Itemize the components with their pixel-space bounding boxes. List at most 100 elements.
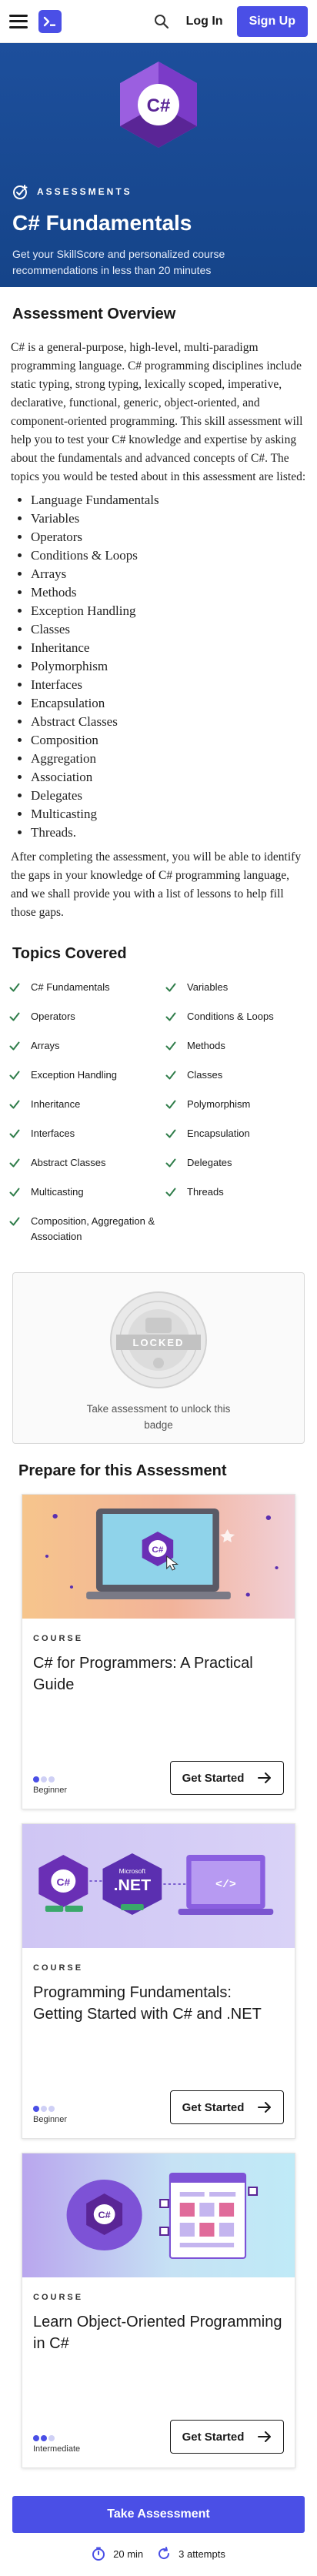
course-title[interactable]: C# for Programmers: A Practical Guide — [33, 1652, 284, 1696]
attempts-info: 3 attempts — [157, 2547, 225, 2561]
course-2-logo-main: .NET — [114, 1877, 152, 1894]
check-icon — [165, 1129, 176, 1138]
course-title[interactable]: Learn Object-Oriented Programming in C# — [33, 2311, 284, 2354]
topic-item: Interfaces — [9, 1126, 156, 1141]
topic-label: Methods — [187, 1040, 225, 1051]
topic-label: Interfaces — [31, 1128, 75, 1139]
check-icon — [9, 1129, 20, 1138]
overview-topic-item: Abstract Classes — [31, 713, 317, 731]
course-card[interactable]: C# Microsoft .NET </> COURSE Programming… — [22, 1823, 295, 2139]
course-title[interactable]: Programming Fundamentals: Getting Starte… — [33, 1982, 284, 2025]
topic-label: Abstract Classes — [31, 1157, 106, 1168]
get-started-label: Get Started — [182, 1771, 245, 1785]
check-icon — [165, 1071, 176, 1080]
get-started-button[interactable]: Get Started — [170, 1761, 284, 1795]
locked-badge-icon: LOCKED — [110, 1291, 207, 1388]
course-3-badge-text: C# — [98, 2210, 110, 2220]
topic-item: Threads — [165, 1184, 312, 1200]
check-icon — [9, 1188, 20, 1197]
check-icon — [165, 1188, 176, 1197]
level-label: Intermediate — [33, 2444, 81, 2454]
overview-topic-item: Association — [31, 768, 317, 787]
topic-label: Delegates — [187, 1157, 232, 1168]
menu-icon[interactable] — [9, 14, 28, 28]
level-dots — [33, 2435, 80, 2441]
topic-label: Conditions & Loops — [187, 1011, 274, 1022]
get-started-label: Get Started — [182, 2100, 245, 2114]
overview-section: Assessment Overview — [0, 306, 317, 323]
badge-caption: Take assessment to unlock this badge — [86, 1403, 231, 1431]
assessment-meta: 20 min 3 attempts — [12, 2547, 305, 2561]
check-icon — [9, 1158, 20, 1168]
get-started-label: Get Started — [182, 2430, 245, 2444]
topic-label: Composition, Aggregation & Association — [31, 1215, 155, 1242]
search-icon[interactable] — [152, 12, 171, 31]
course-card[interactable]: C# COURSE Learn Object-Oriented Programm… — [22, 2153, 295, 2468]
check-icon — [9, 1217, 20, 1226]
topic-label: Classes — [187, 1069, 223, 1081]
retry-icon — [158, 2547, 170, 2560]
level-label: Beginner — [33, 2115, 68, 2124]
page-title: C# Fundamentals — [12, 211, 192, 235]
topic-item: Arrays — [9, 1038, 156, 1054]
brand-logo-icon[interactable] — [38, 9, 62, 33]
hero-badge-text: C# — [147, 95, 171, 116]
dotnet-illustration: C# Microsoft .NET </> — [38, 1853, 274, 1915]
get-started-button[interactable]: Get Started — [170, 2420, 284, 2454]
topic-item: Variables — [165, 980, 312, 995]
duration-info: 20 min — [92, 2547, 143, 2561]
topics-title: Topics Covered — [12, 945, 127, 962]
overview-topic-item: Delegates — [31, 787, 317, 805]
topic-item: Exception Handling — [9, 1067, 156, 1083]
overview-topic-item: Language Fundamentals — [31, 491, 317, 510]
attempts-label: 3 attempts — [179, 2548, 225, 2560]
topic-label: C# Fundamentals — [31, 981, 110, 993]
course-level: Beginner — [33, 2106, 67, 2124]
laptop-illustration: C# — [45, 1509, 279, 1599]
assessment-icon — [13, 185, 28, 199]
locked-badge-card: LOCKED Take assessment to unlock this ba… — [12, 1272, 305, 1444]
overview-topic-item: Polymorphism — [31, 657, 317, 676]
course-footer: Beginner Get Started — [33, 2090, 284, 2124]
page-bottom-spacer — [0, 2561, 317, 2576]
level-label: Beginner — [33, 1786, 68, 1795]
overview-topic-item: Exception Handling — [31, 602, 317, 620]
eyebrow-label: ASSESSMENTS — [37, 186, 132, 197]
topic-label: Operators — [31, 1011, 75, 1022]
overview-outro: After completing the assessment, you wil… — [11, 850, 302, 919]
topics-grid: C# Fundamentals Variables Operators Conditi… — [0, 980, 317, 1258]
overview-topic-item: Classes — [31, 620, 317, 639]
course-kicker: COURSE — [33, 1634, 84, 1643]
assessment-cta: Take Assessment 20 min 3 attempts — [12, 2496, 305, 2561]
login-link[interactable]: Log In — [186, 15, 223, 28]
course-body: COURSE Programming Fundamentals: Getting… — [22, 1948, 295, 2138]
csharp-hexagon-badge: C# — [120, 62, 197, 148]
topic-item: Classes — [165, 1067, 312, 1083]
topic-label: Multicasting — [31, 1186, 84, 1198]
course-thumbnail: C# — [22, 2153, 295, 2277]
take-assessment-button[interactable]: Take Assessment — [12, 2496, 305, 2533]
check-icon — [165, 1158, 176, 1168]
arrow-right-icon — [258, 2431, 272, 2442]
topic-label: Variables — [187, 981, 229, 993]
overview-topic-item: Operators — [31, 528, 317, 546]
course-card[interactable]: C# COURSE C# for Programmers: A Practica… — [22, 1494, 295, 1809]
overview-title: Assessment Overview — [12, 306, 176, 322]
oop-illustration: C# — [66, 2173, 259, 2259]
course-thumbnail: C# Microsoft .NET </> — [22, 1824, 295, 1948]
overview-topic-item: Multicasting — [31, 805, 317, 824]
course-1-badge-text: C# — [152, 1545, 164, 1555]
course-footer: Beginner Get Started — [33, 1761, 284, 1795]
topic-label: Threads — [187, 1186, 224, 1198]
check-icon — [165, 1100, 176, 1109]
topics-section: Topics Covered — [0, 945, 317, 963]
topic-item: Encapsulation — [165, 1126, 312, 1141]
topic-item: Abstract Classes — [9, 1155, 156, 1171]
signup-button[interactable]: Sign Up — [236, 5, 308, 37]
overview-topic-item: Aggregation — [31, 750, 317, 768]
topic-item: Conditions & Loops — [165, 1009, 312, 1024]
get-started-button[interactable]: Get Started — [170, 2090, 284, 2124]
duration-label: 20 min — [113, 2548, 144, 2560]
topic-label: Exception Handling — [31, 1069, 118, 1081]
check-icon — [165, 1041, 176, 1051]
